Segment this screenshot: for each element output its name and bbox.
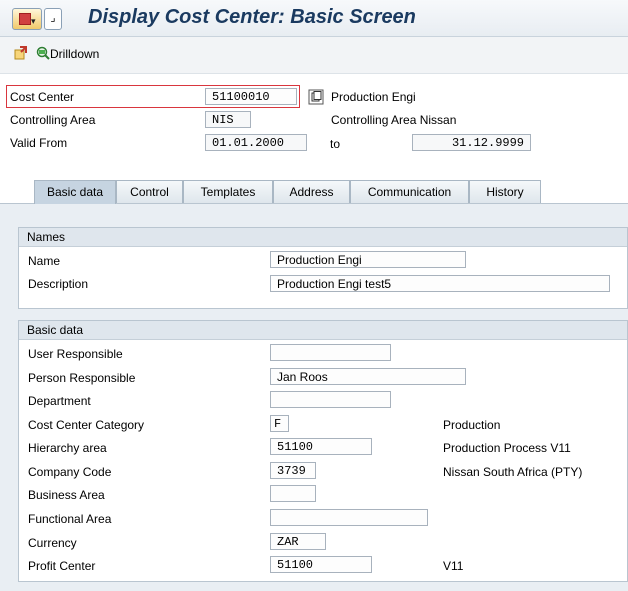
hierarchy-area-field[interactable]: 51100	[270, 438, 372, 455]
controlling-area-field[interactable]: NIS	[205, 111, 251, 128]
controlling-area-description: Controlling Area Nissan	[331, 113, 457, 127]
cost-center-field[interactable]: 51100010	[205, 88, 297, 105]
description-field[interactable]: Production Engi test5	[270, 275, 610, 292]
copy-icon[interactable]	[308, 89, 324, 105]
person-responsible-field[interactable]: Jan Roos	[270, 368, 466, 385]
description-label: Description	[28, 277, 89, 291]
company-code-label: Company Code	[28, 465, 112, 479]
profit-center-field[interactable]: 51100	[270, 556, 372, 573]
tab-address[interactable]: Address	[273, 180, 350, 203]
cost-center-category-label: Cost Center Category	[28, 418, 145, 432]
user-responsible-label: User Responsible	[28, 347, 123, 361]
profit-center-description: V11	[443, 559, 464, 573]
tab-basic-data[interactable]: Basic data	[34, 180, 116, 204]
names-group: Names	[18, 227, 628, 309]
profit-center-label: Profit Center	[28, 559, 96, 573]
tab-communication[interactable]: Communication	[350, 180, 469, 203]
drilldown-icon[interactable]	[36, 46, 50, 60]
person-responsible-label: Person Responsible	[28, 371, 136, 385]
system-menu-icon[interactable]: ▾	[12, 8, 42, 30]
tab-templates[interactable]: Templates	[183, 180, 273, 203]
company-code-description: Nissan South Africa (PTY)	[443, 465, 583, 479]
functional-area-label: Functional Area	[28, 512, 112, 526]
business-area-field[interactable]	[270, 485, 316, 502]
customize-layout-icon[interactable]: ⌟	[44, 8, 62, 30]
valid-from-field[interactable]: 01.01.2000	[205, 134, 307, 151]
department-label: Department	[28, 394, 91, 408]
department-field[interactable]	[270, 391, 391, 408]
valid-to-field[interactable]: 31.12.9999	[412, 134, 531, 151]
other-cost-center-icon[interactable]	[14, 46, 28, 60]
name-field[interactable]: Production Engi	[270, 251, 466, 268]
tab-control[interactable]: Control	[116, 180, 183, 203]
page-title: Display Cost Center: Basic Screen	[88, 6, 416, 28]
basic-data-group-title: Basic data	[19, 321, 627, 340]
hierarchy-area-description: Production Process V11	[443, 441, 571, 455]
business-area-label: Business Area	[28, 488, 105, 502]
user-responsible-field[interactable]	[270, 344, 391, 361]
name-label: Name	[28, 254, 61, 268]
names-group-title: Names	[19, 228, 627, 247]
cost-center-description: Production Engi	[331, 90, 416, 104]
currency-field[interactable]: ZAR	[270, 533, 326, 550]
cost-center-label: Cost Center	[10, 90, 75, 104]
controlling-area-label: Controlling Area	[10, 113, 96, 127]
cost-center-category-field[interactable]: F	[270, 415, 289, 432]
currency-label: Currency	[28, 536, 77, 550]
company-code-field[interactable]: 3739	[270, 462, 316, 479]
tab-history[interactable]: History	[469, 180, 541, 203]
valid-to-label: to	[330, 137, 341, 151]
drilldown-button[interactable]: Drilldown	[50, 47, 99, 61]
functional-area-field[interactable]	[270, 509, 428, 526]
hierarchy-area-label: Hierarchy area	[28, 441, 107, 455]
cost-center-category-description: Production	[443, 418, 501, 432]
valid-from-label: Valid From	[10, 136, 68, 150]
